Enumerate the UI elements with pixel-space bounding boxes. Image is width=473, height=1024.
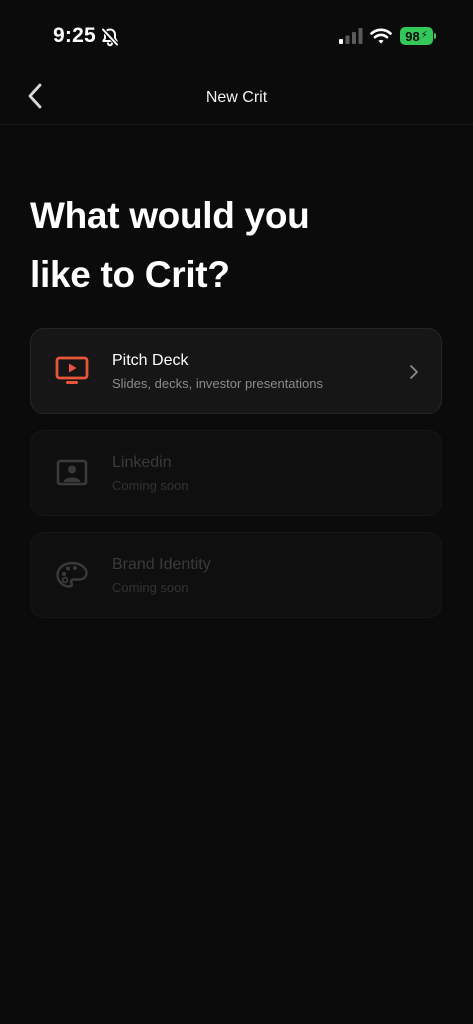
option-title: Pitch Deck <box>112 352 189 369</box>
page-title-line-2: like to Crit? <box>30 254 230 295</box>
status-bar: 9:25 98 ⚡ <box>0 0 473 72</box>
option-title: Linkedin <box>112 454 172 471</box>
chevron-right-icon <box>409 364 419 380</box>
option-subtitle: Coming soon <box>112 478 189 493</box>
status-time: 9:25 <box>53 24 96 47</box>
battery-cap <box>434 33 436 39</box>
option-pitch-deck[interactable]: Pitch Deck Slides, decks, investor prese… <box>30 328 442 414</box>
charging-bolt-icon: ⚡ <box>420 30 428 41</box>
page-title-line-1: What would you <box>30 195 310 236</box>
option-title: Brand Identity <box>112 556 211 573</box>
option-linkedin: Linkedin Coming soon <box>30 430 442 516</box>
profile-card-icon <box>55 458 89 488</box>
option-subtitle: Coming soon <box>112 580 189 595</box>
cellular-signal-icon <box>339 28 363 44</box>
page-title: What would you like to Crit? <box>30 186 450 304</box>
navigation-bar: New Crit <box>0 72 473 125</box>
bell-muted-icon <box>100 27 120 47</box>
presentation-icon <box>55 356 89 386</box>
battery-indicator: 98 ⚡ <box>400 27 433 45</box>
palette-icon <box>55 560 89 590</box>
nav-title: New Crit <box>205 89 268 106</box>
battery-level: 98 <box>405 28 420 44</box>
option-brand-identity: Brand Identity Coming soon <box>30 532 442 618</box>
wifi-icon <box>370 27 392 45</box>
option-subtitle: Slides, decks, investor presentations <box>112 376 323 391</box>
